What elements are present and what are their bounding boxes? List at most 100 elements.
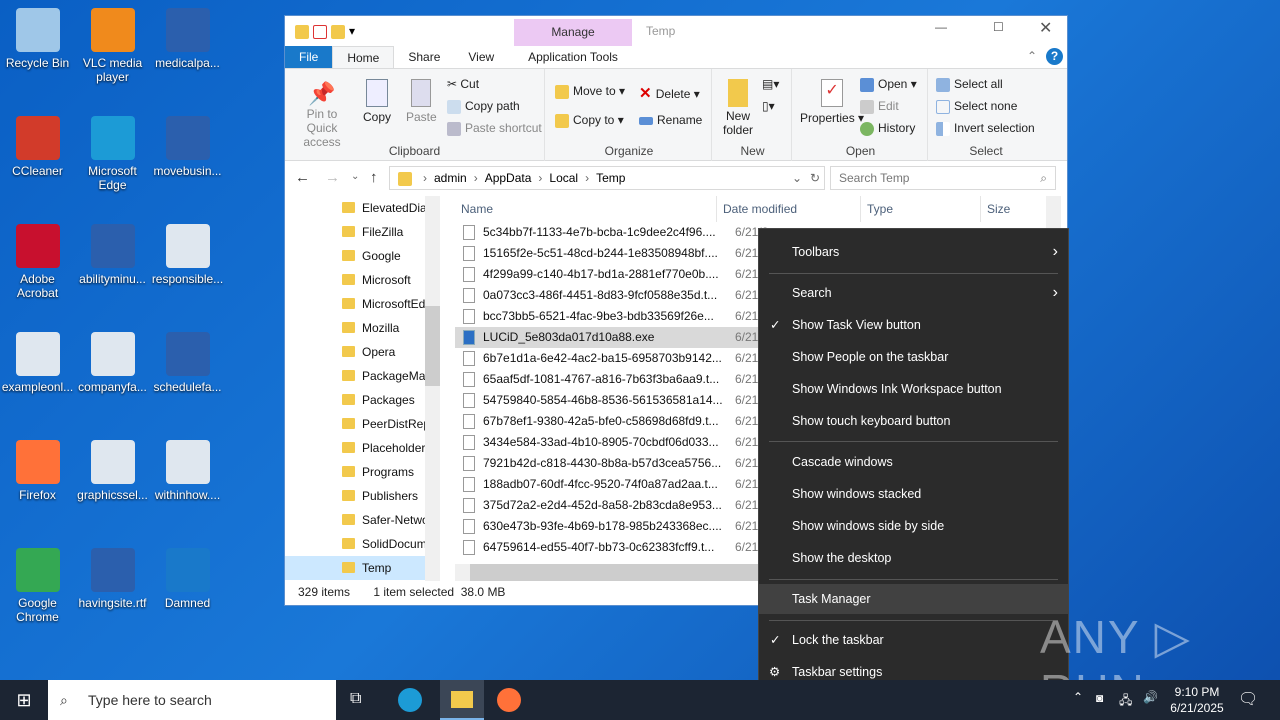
start-button[interactable]: ⊞ xyxy=(0,680,48,720)
search-box[interactable]: Search Temp ⌕ xyxy=(830,166,1056,190)
copy-path-button[interactable]: Copy path xyxy=(447,99,520,114)
tab-share[interactable]: Share xyxy=(394,46,454,68)
nav-item[interactable]: PeerDistRep xyxy=(285,412,425,436)
breadcrumb-item[interactable]: Temp xyxy=(596,171,625,185)
minimize-button[interactable]: — xyxy=(935,20,947,34)
network-icon[interactable]: 🖧 xyxy=(1119,691,1132,712)
desktop-icon[interactable]: Microsoft Edge xyxy=(75,116,150,192)
context-tab-manage[interactable]: Manage xyxy=(514,19,632,46)
properties-button[interactable]: ✓ Properties ▾ xyxy=(800,79,864,125)
desktop-icon[interactable]: CCleaner xyxy=(0,116,75,178)
column-header[interactable]: Date modified xyxy=(717,196,861,222)
nav-item[interactable]: SolidDocum xyxy=(285,532,425,556)
open-button[interactable]: Open ▾ xyxy=(860,77,917,92)
menu-item-show-people-on-the-taskbar[interactable]: Show People on the taskbar xyxy=(759,342,1068,372)
desktop-icon[interactable]: Damned xyxy=(150,548,225,610)
rename-button[interactable]: Rename xyxy=(639,113,702,127)
nav-item[interactable]: Safer-Netwo xyxy=(285,508,425,532)
desktop-icon[interactable]: VLC media player xyxy=(75,8,150,84)
tab-application-tools[interactable]: Application Tools xyxy=(514,46,632,68)
menu-item-show-the-desktop[interactable]: Show the desktop xyxy=(759,543,1068,573)
menu-item-show-task-view-button[interactable]: ✓ Show Task View button xyxy=(759,310,1068,340)
paste-button[interactable]: Paste xyxy=(406,79,437,124)
desktop-icon[interactable]: exampleonl... xyxy=(0,332,75,394)
menu-item-show-windows-ink-workspace-button[interactable]: Show Windows Ink Workspace button xyxy=(759,374,1068,404)
meet-now-icon[interactable]: ◙ xyxy=(1096,691,1103,705)
refresh-button[interactable]: ↻ xyxy=(810,167,820,189)
pin-to-quick-access-button[interactable]: 📌 Pin to Quick access xyxy=(291,81,353,149)
breadcrumb-item[interactable]: AppData xyxy=(485,171,532,185)
select-all-button[interactable]: Select all xyxy=(936,77,1003,92)
breadcrumb-item[interactable]: Local xyxy=(549,171,578,185)
move-to-button[interactable]: Move to ▾ xyxy=(555,84,625,99)
nav-item[interactable]: Mozilla xyxy=(285,316,425,340)
nav-item[interactable]: PackageMa xyxy=(285,364,425,388)
desktop-icon[interactable]: schedulefa... xyxy=(150,332,225,394)
tab-file[interactable]: File xyxy=(285,46,333,68)
tab-view[interactable]: View xyxy=(454,46,508,68)
taskbar-search-box[interactable]: ⌕ Type here to search xyxy=(48,680,336,720)
desktop-icon[interactable]: Google Chrome xyxy=(0,548,75,624)
nav-item[interactable]: Opera xyxy=(285,340,425,364)
select-none-button[interactable]: Select none xyxy=(936,99,1017,114)
desktop-icon[interactable]: Recycle Bin xyxy=(0,8,75,70)
copy-button[interactable]: Copy xyxy=(363,79,391,124)
desktop-icon[interactable]: responsible... xyxy=(150,224,225,286)
easy-access-button[interactable]: ▯▾ xyxy=(762,99,775,113)
file-explorer-taskbar-icon[interactable] xyxy=(440,680,484,720)
desktop-icon[interactable]: Adobe Acrobat xyxy=(0,224,75,300)
invert-selection-button[interactable]: Invert selection xyxy=(936,121,1035,136)
desktop-icon[interactable]: movebusin... xyxy=(150,116,225,178)
up-button[interactable]: ↑ xyxy=(370,169,378,186)
cut-button[interactable]: ✂ Cut xyxy=(447,77,479,91)
history-button[interactable]: History xyxy=(860,121,915,136)
column-header[interactable]: Type xyxy=(861,196,981,222)
desktop-icon[interactable]: withinhow.... xyxy=(150,440,225,502)
nav-item[interactable]: ElevatedDia xyxy=(285,196,425,220)
edge-taskbar-icon[interactable] xyxy=(398,688,422,712)
new-folder-button[interactable]: New folder xyxy=(720,79,756,137)
edit-button[interactable]: Edit xyxy=(860,99,899,114)
volume-icon[interactable]: 🔊 xyxy=(1143,690,1158,704)
desktop-icon[interactable]: abilityminu... xyxy=(75,224,150,286)
nav-scrollbar[interactable] xyxy=(425,196,440,581)
delete-button[interactable]: ✕ Delete ▾ xyxy=(639,84,700,102)
address-bar[interactable]: › admin › AppData › Local › Temp ⌄ ↻ xyxy=(389,166,825,190)
nav-item[interactable]: Publishers xyxy=(285,484,425,508)
nav-item[interactable]: MicrosoftEd xyxy=(285,292,425,316)
desktop-icon[interactable]: graphicssel... xyxy=(75,440,150,502)
nav-item[interactable]: Packages xyxy=(285,388,425,412)
menu-item-show-windows-side-by-side[interactable]: Show windows side by side xyxy=(759,511,1068,541)
desktop-icon[interactable]: medicalpa... xyxy=(150,8,225,70)
close-button[interactable]: ✕ xyxy=(1039,18,1052,38)
firefox-taskbar-icon[interactable] xyxy=(497,688,521,712)
forward-button[interactable]: → xyxy=(325,169,340,186)
nav-item[interactable]: Temp xyxy=(285,556,425,580)
menu-item-search[interactable]: Search › xyxy=(759,278,1068,308)
nav-item[interactable]: Google xyxy=(285,244,425,268)
collapse-ribbon-icon[interactable]: ⌃ xyxy=(1027,49,1037,63)
menu-item-show-touch-keyboard-button[interactable]: Show touch keyboard button xyxy=(759,406,1068,436)
menu-item-lock-the-taskbar[interactable]: ✓ Lock the taskbar xyxy=(759,625,1068,655)
task-view-button[interactable]: ⧉ xyxy=(350,690,361,708)
desktop-icon[interactable]: havingsite.rtf xyxy=(75,548,150,610)
help-icon[interactable]: ? xyxy=(1046,48,1063,65)
maximize-button[interactable]: ☐ xyxy=(993,20,1004,34)
quick-access-toolbar[interactable]: ▾ xyxy=(295,24,375,39)
nav-item[interactable]: Microsoft xyxy=(285,268,425,292)
paste-shortcut-button[interactable]: Paste shortcut xyxy=(447,121,542,136)
show-hidden-icons-button[interactable]: ⌃ xyxy=(1073,690,1083,704)
clock[interactable]: 9:10 PM 6/21/2025 xyxy=(1164,684,1230,716)
menu-item-toolbars[interactable]: Toolbars › xyxy=(759,237,1068,267)
desktop-icon[interactable]: companyfa... xyxy=(75,332,150,394)
breadcrumb-separator[interactable]: › xyxy=(423,171,427,185)
copy-to-button[interactable]: Copy to ▾ xyxy=(555,113,624,128)
nav-item[interactable]: Placeholder xyxy=(285,436,425,460)
back-button[interactable]: ← xyxy=(295,169,310,186)
breadcrumb-separator[interactable]: › xyxy=(585,171,589,185)
nav-item[interactable]: Programs xyxy=(285,460,425,484)
breadcrumb-separator[interactable]: › xyxy=(538,171,542,185)
notifications-icon[interactable]: 🗨 xyxy=(1238,689,1258,709)
column-header[interactable]: Name xyxy=(455,196,717,222)
desktop-icon[interactable]: Firefox xyxy=(0,440,75,502)
